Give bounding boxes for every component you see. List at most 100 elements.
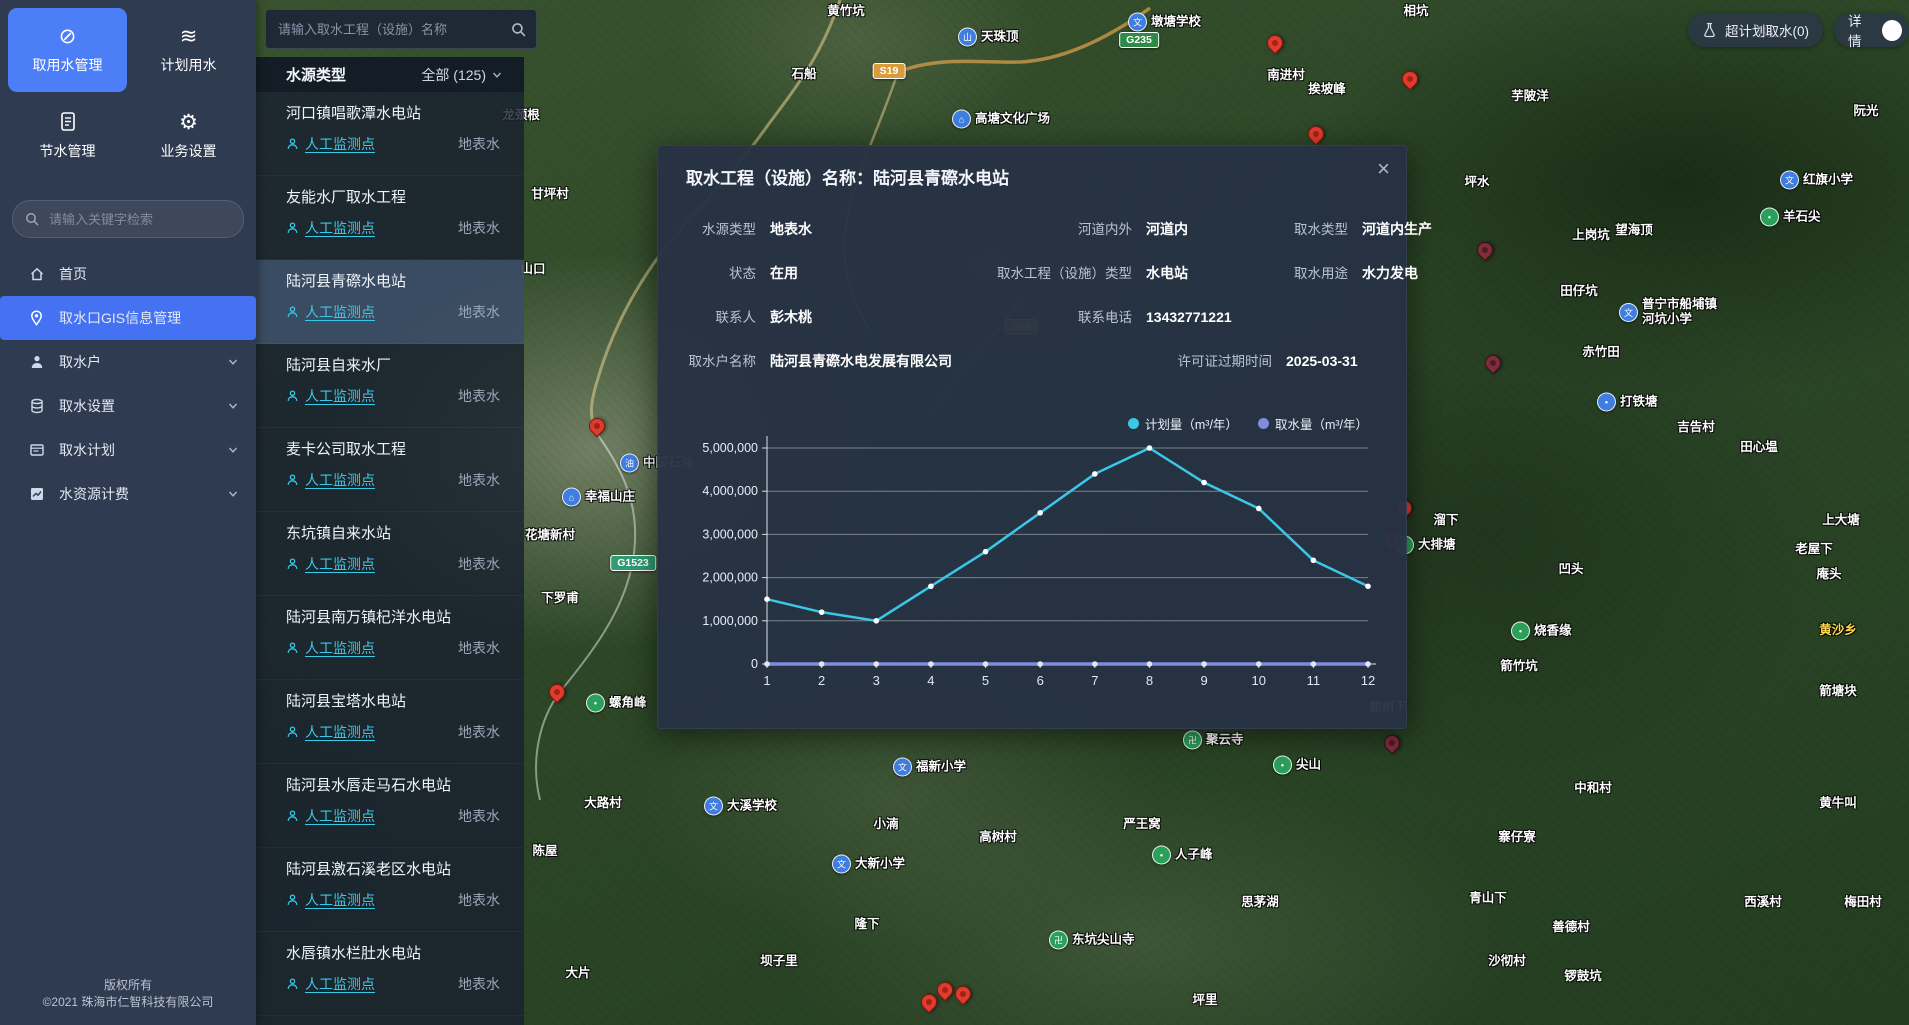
menu-water-resource-billing[interactable]: 水资源计费: [0, 472, 256, 516]
station-list-item[interactable]: 陆河县激石溪老区水电站人工监测点地表水: [256, 848, 524, 932]
svg-text:4: 4: [927, 673, 934, 688]
map-poi-label: 人子峰: [1175, 848, 1213, 863]
map-poi-marker[interactable]: 卍东坑尖山寺: [1049, 931, 1135, 950]
sidebar-search-input[interactable]: [47, 211, 231, 228]
station-list-item[interactable]: 陆河县南万镇杞洋水电站人工监测点地表水: [256, 596, 524, 680]
monitor-type-link[interactable]: 人工监测点: [286, 806, 375, 826]
field-value: 河道内: [1146, 219, 1242, 239]
module-water-saving-management[interactable]: 节水管理: [8, 94, 127, 178]
station-list-item[interactable]: 陆河县青磜水电站人工监测点地表水: [256, 260, 524, 344]
field-label: 状态: [686, 262, 770, 282]
monitor-type-link[interactable]: 人工监测点: [286, 638, 375, 658]
map-poi-marker[interactable]: •尖山: [1273, 756, 1321, 775]
map-poi-label: 墩塘学校: [1151, 15, 1201, 30]
legend-entry[interactable]: 计划量（m³/年）: [1128, 414, 1238, 433]
station-list-item[interactable]: 陆河县水唇走马石水电站人工监测点地表水: [256, 764, 524, 848]
search-icon[interactable]: [511, 22, 526, 37]
poi-blue-icon: 文: [1780, 171, 1799, 190]
station-list-item[interactable]: 水唇镇水栏肚水电站人工监测点地表水: [256, 932, 524, 1016]
monitor-type-link[interactable]: 人工监测点: [286, 890, 375, 910]
map-place-label: 箭竹坑: [1500, 659, 1538, 675]
monitor-type-link[interactable]: 人工监测点: [286, 302, 375, 322]
person-icon: [286, 557, 299, 571]
station-list-item[interactable]: 陆河县宝塔水电站人工监测点地表水: [256, 680, 524, 764]
detail-toggle-knob[interactable]: [1882, 20, 1902, 41]
map-poi-marker[interactable]: •羊石尖: [1760, 208, 1821, 227]
person-icon: [286, 305, 299, 319]
close-icon[interactable]: ×: [1377, 158, 1390, 180]
map-poi-marker[interactable]: •螺角峰: [586, 694, 647, 713]
map-poi-marker[interactable]: 文墩塘学校: [1128, 13, 1201, 32]
map-place-label: 上大塘: [1822, 513, 1860, 529]
poi-green-icon: •: [1152, 846, 1171, 865]
poi-blue-icon: 文: [704, 797, 723, 816]
monitor-type-link[interactable]: 人工监测点: [286, 134, 375, 154]
water-source-type: 地表水: [458, 134, 500, 154]
map-poi-label: 尖山: [1296, 758, 1321, 773]
filter-dropdown[interactable]: 全部 (125): [421, 65, 486, 85]
module-business-settings[interactable]: ⚙ 业务设置: [129, 94, 248, 178]
map-poi-marker[interactable]: 文红旗小学: [1780, 171, 1853, 190]
map-poi-marker[interactable]: •打铁塘: [1597, 393, 1658, 412]
person-icon: [28, 354, 45, 371]
map-poi-marker[interactable]: ⌂幸福山庄: [562, 488, 635, 507]
map-place-label: 溜下: [1433, 513, 1458, 529]
map-poi-marker[interactable]: 文福新小学: [893, 758, 966, 777]
station-name: 麦卡公司取水工程: [286, 440, 500, 460]
monitor-type-link[interactable]: 人工监测点: [286, 386, 375, 406]
station-search-input[interactable]: [276, 21, 503, 38]
detail-toggle-pill[interactable]: 详情: [1834, 13, 1909, 47]
map-poi-label: 大溪学校: [727, 799, 777, 814]
filter-title: 水源类型: [286, 64, 346, 85]
map-poi-label: 聚云寺: [1206, 733, 1244, 748]
map-poi-marker[interactable]: 文大新小学: [832, 855, 905, 874]
copyright: 版权所有 ©2021 珠海市仁智科技有限公司: [0, 977, 256, 1011]
monitor-type-link[interactable]: 人工监测点: [286, 974, 375, 994]
map-poi-marker[interactable]: • 人子峰: [1152, 846, 1213, 865]
station-list-item[interactable]: 友能水厂取水工程人工监测点地表水: [256, 176, 524, 260]
map-poi-marker[interactable]: 山天珠顶: [958, 28, 1019, 47]
station-search[interactable]: [265, 9, 537, 49]
module-water-intake-management[interactable]: ⊘ 取用水管理: [8, 8, 127, 92]
map-place-label: 黄牛叫: [1819, 796, 1857, 812]
map-place-label: 庵头: [1816, 567, 1841, 583]
chevron-down-icon[interactable]: [492, 70, 502, 80]
map-place-label: 南进村: [1267, 68, 1305, 84]
person-icon: [286, 725, 299, 739]
map-place-label: 小湳: [873, 817, 898, 833]
sidebar-search[interactable]: [12, 200, 244, 238]
water-source-type: 地表水: [458, 470, 500, 490]
over-plan-intake-button[interactable]: 超计划取水(0): [1688, 13, 1823, 47]
map-poi-marker[interactable]: 文普宁市船埔镇 河坑小学: [1619, 297, 1717, 327]
station-name: 河口镇唱歌潭水电站: [286, 104, 500, 124]
station-list-item[interactable]: 东坑镇自来水站人工监测点地表水: [256, 512, 524, 596]
monitor-type-link[interactable]: 人工监测点: [286, 218, 375, 238]
station-list-item[interactable]: 陆河县自来水厂人工监测点地表水: [256, 344, 524, 428]
menu-water-intake-users[interactable]: 取水户: [0, 340, 256, 384]
person-icon: [286, 389, 299, 403]
map-poi-marker[interactable]: 卍聚云寺: [1183, 731, 1244, 750]
station-list-item[interactable]: 河口镇唱歌潭水电站人工监测点 地表水: [256, 92, 524, 176]
field-value: 2025-03-31: [1286, 353, 1386, 369]
poi-blue-icon: •: [1597, 393, 1616, 412]
map-poi-label: 大排塘: [1418, 538, 1456, 553]
menu-water-intake-settings[interactable]: 取水设置: [0, 384, 256, 428]
map-place-label: 寨仔寮: [1498, 830, 1536, 846]
map-poi-marker[interactable]: ⌂高塘文化广场: [952, 110, 1050, 129]
menu-home[interactable]: 首页: [0, 252, 256, 296]
field-row: 取水户名称陆河县青磜水电发展有限公司许可证过期时间2025-03-31: [686, 350, 1386, 371]
map-poi-marker[interactable]: 文大溪学校: [704, 797, 777, 816]
station-name: 陆河县青磜水电站: [286, 272, 500, 292]
station-list-item[interactable]: 麦卡公司取水工程人工监测点 地表水: [256, 428, 524, 512]
svg-text:2: 2: [818, 673, 825, 688]
menu-gis-info-management[interactable]: 取水口GIS信息管理: [0, 296, 256, 340]
menu-water-intake-plan[interactable]: 取水计划: [0, 428, 256, 472]
field-value: 地表水: [770, 219, 930, 239]
monitor-type-link[interactable]: 人工监测点: [286, 554, 375, 574]
monitor-type-link[interactable]: 人工监测点: [286, 722, 375, 742]
map-poi-marker[interactable]: •烧香缘: [1511, 622, 1572, 641]
legend-entry[interactable]: 取水量（m³/年）: [1258, 414, 1368, 433]
module-planned-water-use[interactable]: ≋ 计划用水: [129, 8, 248, 92]
monitor-type-link[interactable]: 人工监测点: [286, 470, 375, 490]
field-label: 联系人: [686, 306, 770, 326]
